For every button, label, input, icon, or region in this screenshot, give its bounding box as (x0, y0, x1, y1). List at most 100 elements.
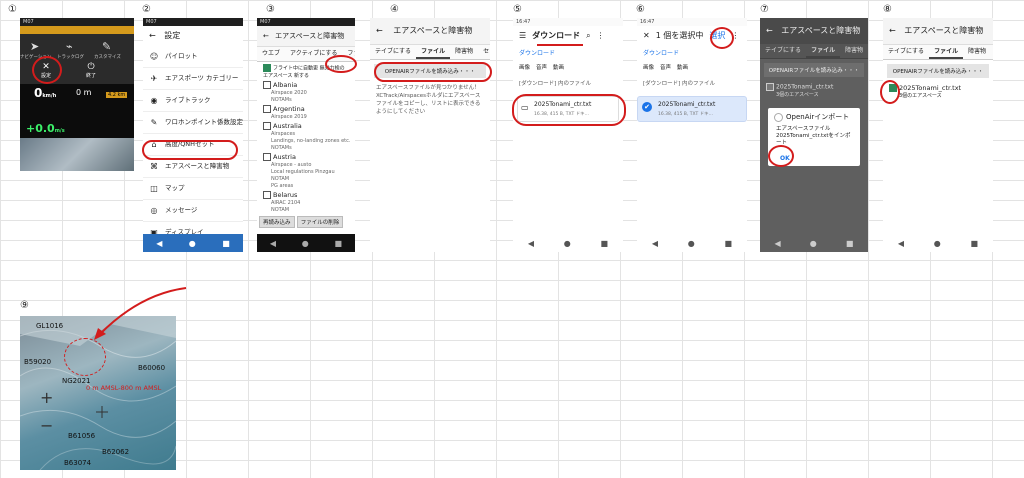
nav-back-icon[interactable]: ◀ (528, 239, 534, 248)
tab-activate[interactable]: テイブにする (883, 45, 929, 59)
mini-map (20, 138, 134, 171)
country-row[interactable]: Belarus (257, 190, 355, 200)
checkbox-icon[interactable] (263, 190, 271, 199)
radio-icon (774, 112, 783, 122)
menu-item-label: パイロット (165, 52, 198, 60)
back-icon[interactable]: ← (376, 26, 383, 35)
country-row[interactable]: Albania (257, 80, 355, 90)
country-name: Austria (273, 152, 296, 161)
chip-images[interactable]: 画像 (519, 63, 530, 71)
settings-header: ← 設定 (143, 26, 243, 46)
chip-audio[interactable]: 音声 (536, 63, 547, 71)
more-icon[interactable]: ⋮ (597, 26, 605, 46)
customize-icon[interactable]: ✎ (102, 40, 111, 53)
nav-recent-icon[interactable]: ■ (846, 239, 854, 248)
tab-obstacles[interactable]: 障害物 (963, 45, 991, 59)
nav-back-icon[interactable]: ◀ (270, 239, 276, 248)
tab-web[interactable]: ウエブ (257, 47, 285, 61)
menu-item-label: ライブトラック (165, 96, 211, 104)
panel-8-loaded: ← エアスペースと障害物 テイブにする ファイル 障害物 セ OPENAIRファ… (883, 18, 993, 252)
tab-file[interactable]: ファイル (416, 45, 451, 59)
nav-bar: ◀ ● ■ (637, 234, 747, 252)
nav-home-icon[interactable]: ● (564, 239, 571, 248)
back-icon[interactable]: ← (149, 31, 156, 40)
panel-5-downloads: 16:47 ☰ ダウンロード ⌕ ⋮ ダウンロード 画像 音声 動画 [ダウンロ… (513, 18, 623, 252)
tab-file[interactable]: ファイル (929, 45, 964, 59)
back-icon[interactable]: ← (889, 26, 896, 35)
tab-obstacles[interactable]: 障害物 (450, 45, 478, 59)
settings-menu-item[interactable]: ◎ メッセージ (143, 200, 243, 222)
section-label: [ダウンロード] 内のファイル (519, 81, 592, 87)
nav-home-icon[interactable]: ● (189, 239, 196, 248)
tab-activate[interactable]: テイブにする (760, 44, 806, 58)
menu-item-icon: ◎ (150, 206, 158, 215)
nav-home-icon[interactable]: ● (302, 239, 309, 248)
checkbox-icon[interactable] (766, 83, 774, 91)
nav-back-icon[interactable]: ◀ (775, 239, 781, 248)
nav-recent-icon[interactable]: ■ (601, 239, 609, 248)
nav-bar: ◀ ● ■ (257, 234, 355, 252)
reload-button[interactable]: 再読み込み (259, 216, 295, 228)
menu-icon[interactable]: ☰ (519, 26, 526, 46)
settings-menu-item[interactable]: ✎ ワロホンポイント係数設定 (143, 112, 243, 134)
tab-more[interactable]: セ (478, 45, 490, 59)
chip-video[interactable]: 動画 (677, 63, 688, 71)
airspace-header: ← エアスペースと障害物 (370, 18, 490, 45)
search-icon[interactable]: ⌕ (586, 26, 590, 46)
tab-more[interactable]: セ (991, 45, 993, 59)
tracklog-icon[interactable]: ⌁ (66, 40, 73, 53)
load-openair-button[interactable]: OPENAIRファイルを読み込み・・・ (887, 64, 989, 78)
settings-menu-item[interactable]: ☺ パイロット (143, 46, 243, 68)
map-label: B59020 (24, 358, 52, 366)
settings-menu-item[interactable]: ◫ マップ (143, 178, 243, 200)
chip-audio[interactable]: 音声 (660, 63, 671, 71)
highlight-title-underline (537, 44, 583, 46)
settings-menu-item[interactable]: ✈ エアスポーツ カテゴリー (143, 68, 243, 90)
country-row[interactable]: Argentina (257, 104, 355, 114)
nav-recent-icon[interactable]: ■ (725, 239, 733, 248)
tab-activate[interactable]: テイブにする (370, 45, 416, 59)
dataset-entry: Airspaces (271, 130, 296, 137)
airspace-count: 3個のエアスペース (899, 93, 942, 99)
close-icon[interactable]: ✕ (643, 26, 650, 46)
panel-2-settings: M07 ← 設定 ☺ パイロット ✈ エアスポーツ カテゴリー ◉ ライブトラック ✎ ワロホ… (143, 18, 243, 252)
back-icon[interactable]: ← (263, 32, 269, 40)
chip-video[interactable]: 動画 (553, 63, 564, 71)
load-openair-button[interactable]: OPENAIRファイルを読み込み・・・ (764, 63, 864, 77)
menu-item-icon: ✈ (150, 74, 158, 83)
nav-recent-icon[interactable]: ■ (222, 239, 230, 248)
settings-menu-item[interactable]: ◉ ライブトラック (143, 90, 243, 112)
file-item-selected[interactable]: ✔ 2025Tonami_ctr.txt 16.38, 415 B, TXT ド… (637, 96, 747, 122)
checkbox-icon[interactable] (263, 121, 271, 130)
nav-back-icon[interactable]: ◀ (898, 239, 904, 248)
chip-images[interactable]: 画像 (643, 63, 654, 71)
dataset-entry: Airspace 2019 (271, 113, 307, 120)
nav-home-icon[interactable]: ● (934, 239, 941, 248)
nav-back-icon[interactable]: ◀ (156, 239, 162, 248)
nav-recent-icon[interactable]: ■ (335, 239, 343, 248)
nav-recent-icon[interactable]: ■ (971, 239, 979, 248)
nav-home-icon[interactable]: ● (688, 239, 695, 248)
menu-item-label: メッセージ (165, 206, 198, 214)
dialog-title: OpenAirインポート (768, 108, 860, 124)
nav-back-icon[interactable]: ◀ (652, 239, 658, 248)
airspace-header: ← エアスペースと障害物 (257, 26, 355, 47)
tab-obstacles[interactable]: 障害物 (840, 44, 868, 58)
exit-button[interactable]: ⏻ 終了 (80, 62, 102, 82)
back-icon[interactable]: ← (766, 26, 773, 35)
country-row[interactable]: Australia (257, 121, 355, 131)
customize-label: カスタマイズ (94, 55, 121, 60)
navigation-icon[interactable]: ➤ (30, 40, 39, 53)
zoom-in-icon[interactable]: + (40, 388, 53, 407)
country-row[interactable]: Austria (257, 152, 355, 162)
delete-files-button[interactable]: ファイルの削除 (296, 216, 344, 228)
zoom-out-icon[interactable]: − (40, 416, 53, 435)
checkbox-icon[interactable] (263, 152, 271, 161)
nav-home-icon[interactable]: ● (810, 239, 817, 248)
step-number: ③ (266, 4, 275, 15)
checkbox-icon[interactable] (263, 80, 271, 89)
tab-file[interactable]: ファイル (806, 44, 841, 58)
checkbox-icon[interactable] (263, 104, 271, 113)
step-number: ④ (390, 4, 399, 15)
filter-chips: 画像 音声 動画 (513, 59, 623, 75)
